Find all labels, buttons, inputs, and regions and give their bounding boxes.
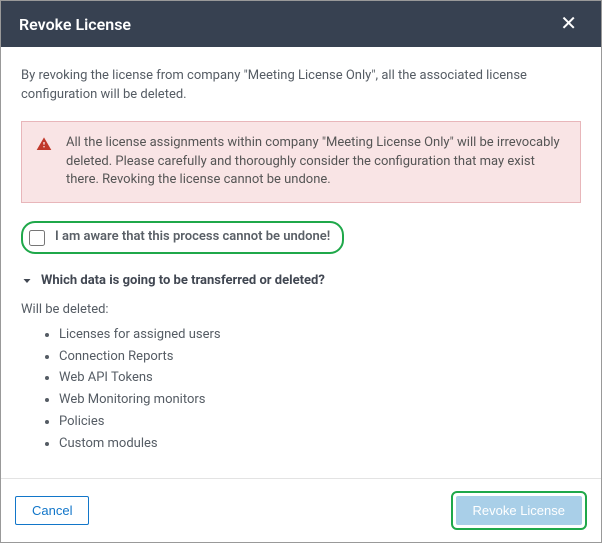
dialog-title: Revoke License bbox=[19, 15, 131, 34]
details-heading: Which data is going to be transferred or… bbox=[41, 272, 325, 291]
deleted-subheading: Will be deleted: bbox=[21, 301, 581, 320]
list-item: Licenses for assigned users bbox=[59, 326, 581, 345]
list-item: Policies bbox=[59, 413, 581, 432]
close-button[interactable]: ✕ bbox=[554, 10, 583, 38]
revoke-license-button[interactable]: Revoke License bbox=[456, 496, 583, 525]
close-icon: ✕ bbox=[560, 13, 577, 35]
dialog-body: By revoking the license from company "Me… bbox=[1, 47, 601, 478]
list-item: Custom modules bbox=[59, 435, 581, 454]
dialog-titlebar: Revoke License ✕ bbox=[1, 1, 601, 47]
cancel-button[interactable]: Cancel bbox=[15, 496, 89, 525]
list-item: Connection Reports bbox=[59, 348, 581, 367]
acknowledge-checkbox[interactable] bbox=[29, 230, 45, 246]
revoke-license-dialog: Revoke License ✕ By revoking the license… bbox=[0, 0, 602, 543]
intro-text: By revoking the license from company "Me… bbox=[21, 67, 581, 105]
warning-text: All the license assignments within compa… bbox=[66, 135, 560, 188]
list-item: Web Monitoring monitors bbox=[59, 391, 581, 410]
details-toggle[interactable]: Which data is going to be transferred or… bbox=[21, 272, 581, 291]
warning-alert: All the license assignments within compa… bbox=[21, 121, 581, 204]
deleted-list: Licenses for assigned users Connection R… bbox=[41, 326, 581, 454]
dialog-footer: Cancel Revoke License bbox=[1, 478, 601, 542]
chevron-down-icon bbox=[21, 275, 33, 287]
acknowledge-row[interactable]: I am aware that this process cannot be u… bbox=[21, 221, 344, 254]
primary-button-highlight: Revoke License bbox=[451, 491, 588, 530]
list-item: Web API Tokens bbox=[59, 369, 581, 388]
acknowledge-label[interactable]: I am aware that this process cannot be u… bbox=[55, 228, 330, 247]
